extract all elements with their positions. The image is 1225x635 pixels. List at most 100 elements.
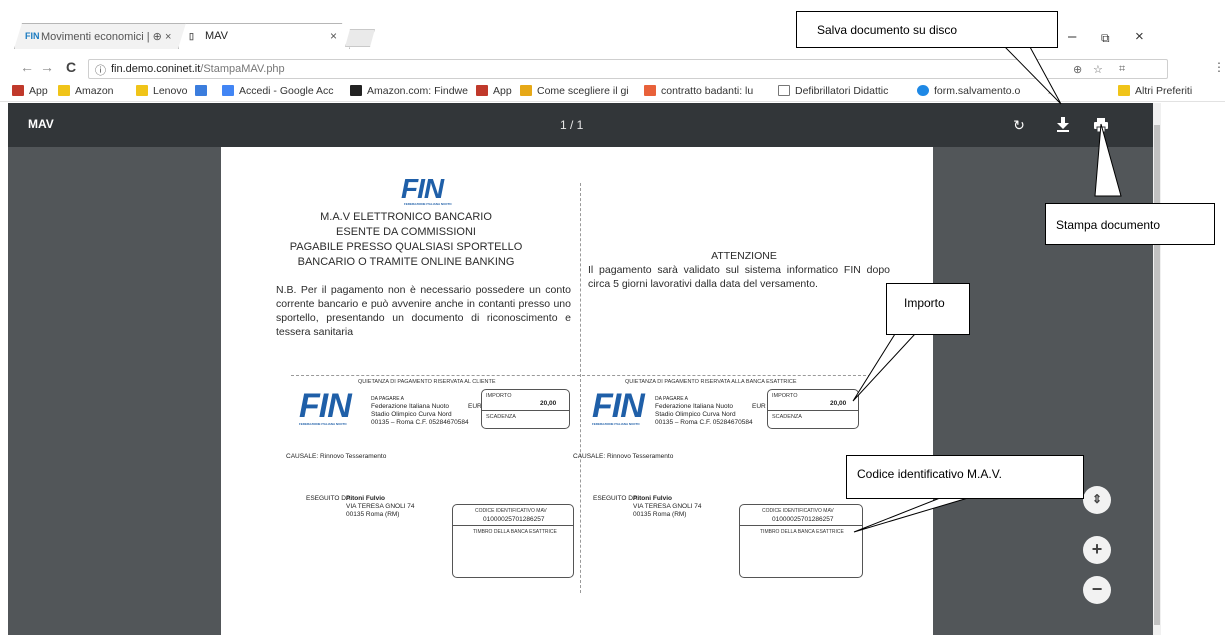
bookmark-app[interactable]: App — [12, 85, 48, 97]
browser-toolbar: ← → C ⓘ fin.demo.coninet.it/StampaMAV.ph… — [0, 57, 1225, 81]
bookmark-label: Defibrillatori Didattic — [795, 85, 889, 97]
heading-line: BANCARIO O TRAMITE ONLINE BANKING — [297, 256, 515, 268]
bookmark-google[interactable]: Accedi - Google Acc — [222, 85, 334, 97]
fin-logo-right: FIN FEDERAZIONE ITALIANA NUOTO — [592, 387, 645, 426]
document-icon: ▯ — [189, 31, 194, 41]
bookmarks-bar: App Amazon Lenovo Accedi - Google Acc Am… — [0, 82, 1225, 102]
bookmark-label: Altri Preferiti — [1135, 85, 1193, 97]
minimize-icon[interactable]: – — [1068, 28, 1076, 45]
tab-mav[interactable]: ▯ MAV × — [178, 23, 350, 49]
bookmark-salvamento[interactable]: form.salvamento.o — [917, 85, 1020, 97]
amazon-icon — [350, 85, 362, 96]
new-tab-button[interactable] — [345, 29, 375, 47]
restore-icon[interactable]: ⧉ — [1101, 31, 1110, 46]
importo-label: IMPORTO — [486, 393, 512, 399]
zoom-out-button[interactable]: − — [1083, 576, 1111, 604]
fin-logo-text: FIN — [401, 173, 444, 204]
eur-label: EUR — [752, 403, 766, 410]
causale-label: CAUSALE: — [286, 453, 319, 460]
payee-line: 00135 – Roma C.F. 05284670584 — [655, 419, 753, 426]
right-payee: DA PAGARE A Federazione Italiana Nuoto S… — [655, 395, 753, 427]
codice-value: 01000025701286257 — [772, 516, 834, 523]
back-icon[interactable]: ← — [20, 59, 34, 75]
heading-line: ESENTE DA COMMISSIONI — [336, 226, 476, 238]
payer-name: Pitoni Fulvio — [633, 495, 672, 502]
address-bar[interactable]: ⓘ fin.demo.coninet.it/StampaMAV.php ⊕ ☆ … — [88, 59, 1168, 79]
tab-title: MAV — [205, 30, 229, 42]
payee-line: 00135 – Roma C.F. 05284670584 — [371, 419, 469, 426]
bookmark-blue[interactable] — [195, 85, 212, 97]
bookmark-label: Amazon.com: Findwe — [367, 85, 468, 97]
rotate-icon[interactable]: ↻ — [1007, 113, 1031, 137]
forward-icon[interactable]: → — [40, 59, 54, 75]
scadenza-label: SCADENZA — [772, 414, 802, 420]
scadenza-label: SCADENZA — [486, 414, 516, 420]
bookmark-altri-preferiti[interactable]: Altri Preferiti — [1118, 85, 1192, 97]
fin-logo-text: FIN — [299, 387, 352, 425]
bookmark-label: App — [493, 85, 512, 97]
bookmark-star-icon[interactable]: ☆ — [1093, 63, 1103, 76]
right-causale: CAUSALE: Rinnovo Tesseramento — [573, 453, 673, 460]
bookmark-label: App — [29, 85, 48, 97]
pdf-title: MAV — [28, 117, 54, 131]
zoom-in-button[interactable]: + — [1083, 536, 1111, 564]
scrollbar-thumb[interactable] — [1154, 125, 1160, 625]
mav-heading: M.A.V ELETTRONICO BANCARIO ESENTE DA COM… — [276, 210, 536, 270]
bookmark-label: Come scegliere il gi — [537, 85, 629, 97]
bookmark-come-scegliere[interactable]: Come scegliere il gi — [520, 85, 629, 97]
download-icon[interactable] — [1051, 113, 1075, 137]
reload-icon[interactable]: C — [66, 59, 76, 75]
bookmark-app-2[interactable]: App — [476, 85, 512, 97]
bookmark-label: Amazon — [75, 85, 114, 97]
callout-stampa: Stampa documento — [1045, 203, 1215, 245]
bookmark-lenovo[interactable]: Lenovo — [136, 85, 187, 97]
bookmark-defibrillatori[interactable]: Defibrillatori Didattic — [778, 85, 888, 97]
close-tab-icon[interactable]: × — [330, 29, 337, 43]
left-causale: CAUSALE: Rinnovo Tesseramento — [286, 453, 386, 460]
extension-icon[interactable]: ⌗ — [1119, 63, 1125, 76]
codice-label: CODICE IDENTIFICATIVO MAV — [762, 508, 834, 514]
print-icon[interactable] — [1089, 113, 1113, 137]
bookmark-amazon[interactable]: Amazon — [58, 85, 114, 97]
folder-icon — [136, 85, 148, 96]
heading-line: M.A.V ELETTRONICO BANCARIO — [320, 211, 492, 223]
importo-value: 20,00 — [830, 400, 847, 407]
bookmark-amazon-com[interactable]: Amazon.com: Findwe — [350, 85, 468, 97]
close-window-icon[interactable]: × — [1135, 28, 1144, 45]
right-codice-box: CODICE IDENTIFICATIVO MAV 01000025701286… — [739, 504, 863, 578]
bookmarks-overflow[interactable]: » — [1048, 85, 1054, 97]
attention-paragraph: Il pagamento sarà validato sul sistema i… — [588, 264, 890, 290]
box-divider — [453, 525, 573, 526]
importo-value: 20,00 — [540, 400, 557, 407]
screenshot: FIN Movimenti economici | ⊕ × ▯ MAV × – … — [0, 0, 1225, 635]
timbro-label: TIMBRO DELLA BANCA ESATTRICE — [760, 529, 844, 535]
bookmark-contratto[interactable]: contratto badanti: lu — [644, 85, 753, 97]
box-divider — [768, 410, 858, 411]
right-receipt-title: QUIETANZA DI PAGAMENTO RISERVATA ALLA BA… — [625, 379, 797, 385]
info-icon: ⓘ — [95, 65, 106, 77]
codice-label: CODICE IDENTIFICATIVO MAV — [475, 508, 547, 514]
horizontal-cut-line — [291, 375, 871, 376]
left-receipt-title: QUIETANZA DI PAGAMENTO RISERVATA AL CLIE… — [358, 379, 496, 385]
apps-icon — [476, 85, 488, 96]
callout-importo: Importo — [886, 283, 970, 335]
left-payee: DA PAGARE A Federazione Italiana Nuoto S… — [371, 395, 469, 427]
menu-icon[interactable]: ⋮ — [1213, 60, 1225, 74]
page-icon — [778, 85, 790, 96]
fin-logo-subtitle: FEDERAZIONE ITALIANA NUOTO — [592, 422, 640, 426]
causale-value: Rinnovo Tesseramento — [319, 453, 387, 460]
tab-movimenti-economici[interactable]: FIN Movimenti economici | ⊕ × — [14, 23, 194, 49]
zoom-icon[interactable]: ⊕ — [1073, 63, 1082, 76]
bookmark-label: Lenovo — [153, 85, 188, 97]
payer-address: VIA TERESA GNOLI 74 — [346, 503, 415, 510]
causale-label: CAUSALE: — [573, 453, 606, 460]
vertical-cut-line — [580, 183, 581, 593]
payer-city: 00135 Roma (RM) — [346, 511, 400, 518]
globe-icon — [917, 85, 929, 96]
url-text: fin.demo.coninet.it/StampaMAV.php — [111, 63, 285, 75]
fin-logo-subtitle: FEDERAZIONE ITALIANA NUOTO — [404, 202, 452, 206]
fit-to-page-button[interactable]: ⇕ — [1083, 486, 1111, 514]
scrollbar[interactable] — [1153, 103, 1161, 635]
bookmark-label: Accedi - Google Acc — [239, 85, 334, 97]
fin-logo-subtitle: FEDERAZIONE ITALIANA NUOTO — [299, 422, 347, 426]
